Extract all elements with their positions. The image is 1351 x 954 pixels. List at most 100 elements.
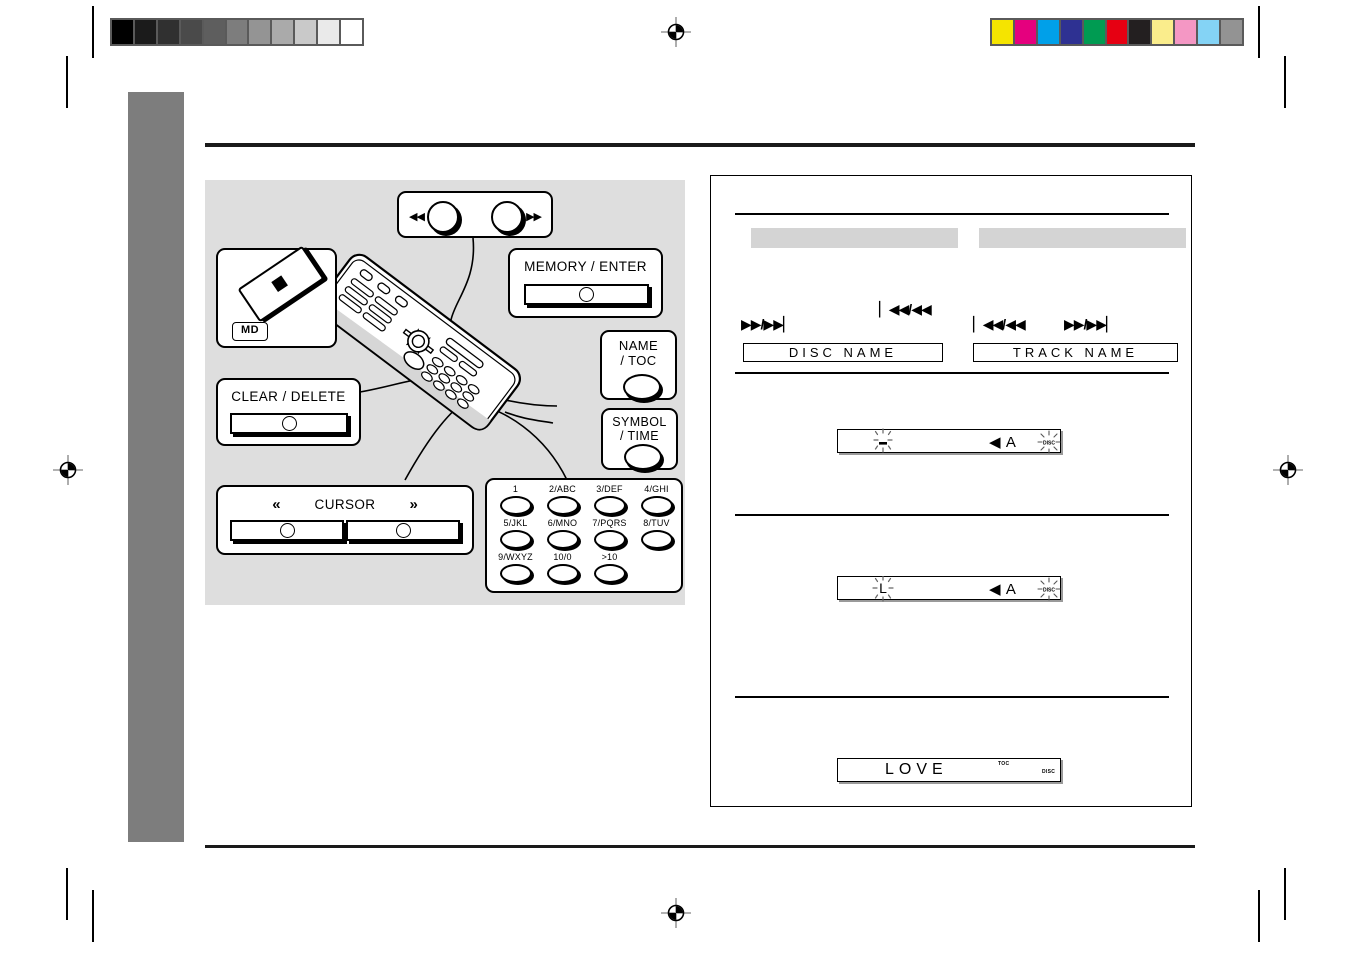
lcd-letter-2-glyph: L	[879, 580, 887, 596]
keypad-key-label: 4/GHI	[644, 484, 669, 494]
gray-swatch-2	[157, 20, 181, 44]
keypad-key-label: 7/PQRS	[592, 518, 627, 528]
blinking-disc-indicator-1: DISC	[1036, 429, 1062, 455]
color-swatch-2	[1037, 20, 1061, 44]
keypad-key-button[interactable]	[546, 530, 579, 549]
keypad-key-label: 2/ABC	[548, 484, 576, 494]
keypad-key-2-abc[interactable]: 2/ABC	[539, 484, 586, 518]
keypad-key-label: 8/TUV	[643, 518, 670, 528]
gray-swatch-4	[203, 20, 227, 44]
color-swatch-8	[1175, 20, 1199, 44]
keypad-key-button[interactable]	[546, 564, 579, 583]
crop-mark-bottom-right	[1258, 890, 1260, 942]
keypad-key-8-tuv[interactable]: 8/TUV	[633, 518, 680, 552]
grayscale-calibration-strip	[110, 18, 364, 46]
callout-symbol-time: SYMBOL / TIME	[601, 408, 678, 470]
keypad-key-button[interactable]	[640, 530, 673, 549]
instructions-panel: ▶▶/▶▶▏ ▏◀◀/◀◀ ▏◀◀/◀◀ ▶▶/▶▶▏ DISC NAME TR…	[710, 175, 1192, 807]
crop-mark-bottom-left	[92, 890, 94, 942]
section-header-track	[979, 228, 1186, 248]
keypad-key-button[interactable]	[593, 564, 626, 583]
keypad-key-label: 6/MNO	[547, 518, 578, 528]
symbol-time-button[interactable]	[624, 444, 662, 470]
gray-swatch-7	[272, 20, 296, 44]
keypad-key-button[interactable]	[593, 496, 626, 515]
keypad-row: 1 2/ABC 3/DEF 4/GHI	[492, 484, 680, 518]
gray-swatch-9	[318, 20, 342, 44]
keypad-key-label: 5/JKL	[503, 518, 528, 528]
page-side-tab	[128, 92, 184, 842]
lcd-text-3: LOVE	[885, 761, 948, 778]
keypad-key-label: 1	[512, 484, 519, 494]
keypad-key-label: 9/WXYZ	[498, 552, 533, 562]
clear-delete-button[interactable]	[230, 413, 348, 434]
lcd-marker-1: ◀ A	[989, 434, 1017, 451]
svg-text:DISC: DISC	[1043, 441, 1055, 447]
memory-enter-button[interactable]	[524, 284, 649, 305]
registration-mark-bottom	[661, 898, 691, 928]
skip-forward-button[interactable]	[491, 201, 524, 233]
lcd-display-1: ◀ A DISC	[837, 428, 1062, 455]
keypad-key--10[interactable]: >10	[586, 552, 633, 586]
color-swatch-3	[1060, 20, 1084, 44]
mode-box-track-name: TRACK NAME	[973, 343, 1178, 362]
section-header-disc	[751, 228, 958, 248]
color-swatch-0	[992, 20, 1015, 44]
svg-text:DISC: DISC	[1043, 588, 1055, 594]
crop-mark-right-upper	[1284, 56, 1286, 108]
keypad-key-1[interactable]: 1	[492, 484, 539, 518]
callout-memory-enter: MEMORY / ENTER	[508, 248, 663, 318]
skip-forward-icon: ▶▶	[526, 211, 542, 223]
clear-delete-button-dot	[281, 416, 297, 431]
cursor-label: CURSOR	[314, 496, 376, 512]
keypad-key-9-wxyz[interactable]: 9/WXYZ	[492, 552, 539, 586]
keypad-key-5-jkl[interactable]: 5/JKL	[492, 518, 539, 552]
transport-symbol-left-forward: ▶▶/▶▶▏	[741, 316, 794, 332]
keypad-key-button[interactable]	[499, 564, 532, 583]
callout-clear-delete: CLEAR / DELETE	[216, 378, 361, 446]
gray-swatch-0	[112, 20, 135, 44]
skip-reverse-button[interactable]	[426, 201, 459, 233]
gray-swatch-1	[134, 20, 158, 44]
keypad-key-button[interactable]	[546, 496, 579, 515]
panel-rule-2	[735, 372, 1169, 374]
color-calibration-strip	[990, 18, 1244, 46]
memory-enter-label: MEMORY / ENTER	[524, 259, 647, 274]
color-swatch-10	[1221, 20, 1242, 44]
gray-swatch-3	[180, 20, 204, 44]
lcd-display-2: L ◀ A DISC	[837, 575, 1061, 602]
color-swatch-1	[1014, 20, 1038, 44]
cursor-right-button[interactable]	[346, 520, 460, 541]
keypad-key-button[interactable]	[499, 496, 532, 515]
name-toc-label-line2: / TOC	[620, 352, 657, 368]
crop-mark-top-left	[92, 6, 94, 58]
blinking-letter-2: L	[870, 575, 896, 602]
keypad-key-6-mno[interactable]: 6/MNO	[539, 518, 586, 552]
keypad-row: 9/WXYZ 10/0 >10	[492, 552, 680, 586]
keypad-key-10-0[interactable]: 10/0	[539, 552, 586, 586]
panel-rule-4	[735, 696, 1169, 698]
name-toc-button[interactable]	[623, 374, 661, 400]
transport-symbol-right-reverse: ▏◀◀/◀◀	[973, 316, 1026, 332]
color-swatch-9	[1198, 20, 1222, 44]
cursor-left-button[interactable]	[230, 520, 344, 541]
cursor-right-button-dot	[395, 523, 411, 538]
keypad-key-4-ghi[interactable]: 4/GHI	[633, 484, 680, 518]
color-swatch-5	[1106, 20, 1130, 44]
lcd-disc-indicator-3: DISC	[1042, 769, 1056, 775]
lcd-toc-indicator-3: TOC	[998, 761, 1010, 767]
keypad-key-button[interactable]	[593, 530, 626, 549]
keypad-key-button[interactable]	[499, 530, 532, 549]
callout-cursor: « CURSOR »	[216, 485, 474, 555]
cursor-left-button-dot	[279, 523, 295, 538]
keypad-key-label: >10	[601, 552, 618, 562]
crop-mark-left-upper	[66, 56, 68, 108]
crop-mark-left-lower	[66, 868, 68, 920]
keypad-key-7-pqrs[interactable]: 7/PQRS	[586, 518, 633, 552]
crop-mark-top-right	[1258, 6, 1260, 58]
keypad-key-3-def[interactable]: 3/DEF	[586, 484, 633, 518]
keypad-key-button[interactable]	[640, 496, 673, 515]
minidisc-shutter	[271, 275, 288, 293]
transport-symbol-left-reverse: ▏◀◀/◀◀	[879, 301, 932, 317]
clear-delete-label: CLEAR / DELETE	[231, 389, 346, 404]
